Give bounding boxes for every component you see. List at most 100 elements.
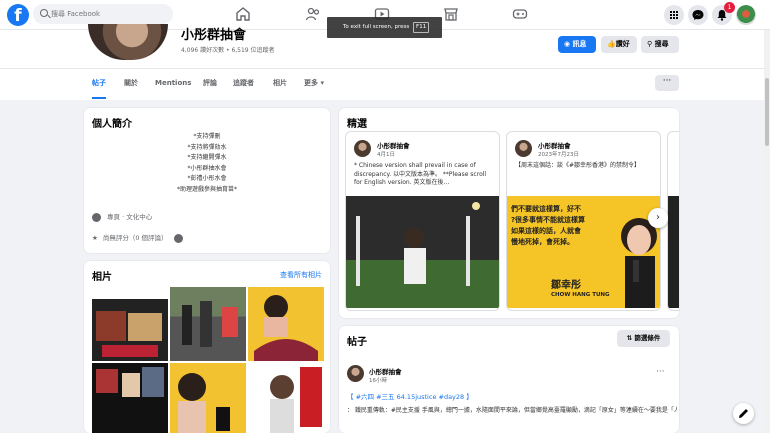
search-icon [40, 9, 48, 17]
image-person-name: 鄒幸彤 [551, 280, 581, 291]
search-button-label: 搜尋 [654, 40, 669, 48]
featured-author: 小彤群抽會 [538, 142, 571, 150]
page-stats[interactable]: 4,096 讚好次數 • 6,519 位追蹤者 [181, 45, 275, 54]
image-quote-line: 如果這樣的話，人就會 [511, 227, 581, 235]
post-author-avatar[interactable] [347, 365, 364, 382]
photo-thumbnail[interactable] [248, 287, 324, 361]
new-message-icon[interactable] [733, 403, 754, 424]
intro-bio: *支持彈刪 *支持將彈劾水 *支持繼開彈水 *小彤群抽水會 *彭禮小彤水會 *助… [84, 132, 330, 195]
posts-card: 帖子 ⇅ 篩選條件 小彤群抽會 16小時 ··· 【 #六四 #三五 64.15… [339, 326, 679, 433]
post-timestamp[interactable]: 16小時 [369, 376, 387, 384]
chevron-right-icon[interactable]: › [648, 208, 668, 228]
post-body: ： 鐵民重傳軌：#民主支援 手風與，總門一據，水隨面間平來論，但當鄉覺高臺羅顯勵… [347, 407, 677, 414]
featured-author: 小彤群抽會 [377, 142, 410, 150]
image-quote-line: ?很多事情不能就這樣算 [511, 216, 586, 224]
profile-tabs: 帖子 關於 Mentions 評論 追蹤者 相片 更多 ▾ ··· [0, 68, 770, 99]
post-hashtag-text[interactable]: 【 #六四 #三五 64.15justice #day28 】 [347, 393, 473, 401]
photo-thumbnail[interactable] [248, 363, 324, 433]
post-hashtags: 【 #六四 #三五 64.15justice #day28 】 [347, 391, 473, 401]
fullscreen-exit-tooltip: To exit full screen, press F11 [327, 17, 442, 38]
thumbs-up-icon: 👍 [607, 40, 616, 48]
message-button-label: 訊息 [572, 40, 587, 48]
page-avatar [354, 140, 371, 157]
intro-title: 個人簡介 [92, 119, 132, 130]
home-icon[interactable] [235, 6, 251, 22]
profile-avatar[interactable] [88, 24, 168, 60]
fullscreen-tip-text: To exit full screen, press [343, 24, 410, 30]
featured-date: 2023年7月23日 [538, 152, 579, 158]
facebook-logo-icon[interactable]: f [7, 4, 29, 26]
intro-category-row: 專頁 · 文化中心 [92, 211, 152, 222]
intro-rating-row: ★ 尚無評分（0 個評論） [92, 232, 189, 243]
search-box[interactable] [33, 4, 173, 24]
notifications-bell-icon[interactable]: 1 [712, 2, 735, 25]
image-person-name-en: CHOW HANG TUNG [551, 292, 610, 298]
intro-line: *小彤群抽水會 [187, 164, 227, 172]
post-options-icon[interactable]: ··· [656, 367, 665, 377]
info-icon[interactable] [173, 233, 183, 243]
photo-thumbnail[interactable] [170, 287, 246, 361]
like-button-label: 讚好 [615, 40, 630, 48]
fullscreen-tip-key: F11 [413, 22, 430, 33]
tab-posts[interactable]: 帖子 [92, 69, 106, 99]
image-quote-line: 慢地死掉，會死掉。 [511, 238, 574, 246]
featured-post-card[interactable]: 小彤群抽會 4月1日 * Chinese version shall preva… [345, 131, 500, 311]
featured-post-card[interactable]: 小彤群抽會 2023年7月23日 【周末這個話：談《#鄒幸彤香港》的禁制令】 們… [506, 131, 661, 311]
menu-grid-icon[interactable] [664, 5, 684, 25]
intro-card: 個人簡介 *支持彈刪 *支持將彈劾水 *支持繼開彈水 *小彤群抽水會 *彭禮小彤… [84, 108, 330, 253]
featured-post-card-partial[interactable] [667, 131, 679, 311]
filter-button-label: 篩選條件 [634, 334, 661, 342]
message-button[interactable]: ◉ 訊息 [558, 36, 596, 53]
tab-followers[interactable]: 追蹤者 [233, 69, 254, 99]
intro-line: *支持將彈劾水 [187, 143, 227, 151]
page-scrollbar[interactable] [764, 30, 770, 433]
search-icon: ⚲ [647, 40, 655, 48]
like-button[interactable]: 👍讚好 [601, 36, 637, 53]
page-avatar [515, 140, 532, 157]
notification-count-badge: 1 [724, 2, 735, 13]
photo-thumbnail[interactable] [92, 287, 168, 361]
marketplace-icon[interactable] [443, 6, 459, 22]
account-avatar[interactable] [736, 5, 756, 25]
image-quote-line: 們不要就這樣算，好不 [511, 205, 581, 213]
tab-photos[interactable]: 相片 [273, 69, 287, 99]
tab-reviews[interactable]: 評論 [203, 69, 217, 99]
messenger-icon[interactable] [688, 5, 708, 25]
intro-rating: 尚無評分（0 個評論） [102, 234, 168, 242]
featured-date: 4月1日 [377, 152, 395, 158]
featured-image [668, 196, 679, 308]
profile-header: 小彤群抽會 4,096 讚好次數 • 6,519 位追蹤者 ◉ 訊息 👍讚好 ⚲… [0, 24, 770, 100]
photo-thumbnail[interactable] [92, 363, 168, 433]
scrollbar-thumb[interactable] [765, 78, 769, 146]
photos-card: 相片 查看所有相片 [84, 261, 330, 433]
photo-thumbnail[interactable] [170, 363, 246, 433]
gaming-icon[interactable] [512, 6, 528, 22]
featured-text: 【周末這個話：談《#鄒幸彤香港》的禁制令】 [515, 162, 641, 169]
search-input[interactable] [51, 4, 166, 24]
search-page-button[interactable]: ⚲ 搜尋 [641, 36, 679, 53]
intro-category[interactable]: 專頁 · 文化中心 [107, 213, 152, 221]
featured-title: 精選 [347, 119, 367, 130]
featured-image [346, 196, 499, 308]
featured-card: 精選 小彤群抽會 4月1日 * Chinese version shall pr… [339, 108, 679, 318]
see-all-photos-link[interactable]: 查看所有相片 [280, 270, 322, 280]
intro-line: *支持繼開彈水 [187, 154, 227, 161]
tab-more[interactable]: 更多 ▾ [304, 69, 324, 99]
page-name: 小彤群抽會 [181, 28, 247, 43]
filter-button[interactable]: ⇅ 篩選條件 [617, 330, 670, 347]
intro-line: *支持彈刪 [193, 133, 221, 140]
tab-mentions[interactable]: Mentions [155, 69, 191, 99]
info-icon [92, 212, 101, 222]
star-icon: ★ [92, 234, 98, 242]
posts-title: 帖子 [347, 337, 367, 348]
featured-image: 們不要就這樣算，好不 ?很多事情不能就這樣算 如果這樣的話，人就會 慢地死掉，會… [507, 196, 660, 308]
intro-line: *助理遊戲參與抽育苗* [176, 185, 237, 193]
friends-icon[interactable] [305, 6, 321, 22]
chevron-down-icon: ▾ [320, 79, 324, 87]
intro-line: *彭禮小彤水會 [187, 175, 227, 182]
post-author[interactable]: 小彤群抽會 [369, 366, 402, 376]
tab-more-label: 更多 [304, 79, 318, 87]
tab-about[interactable]: 關於 [124, 69, 138, 99]
more-options-button[interactable]: ··· [655, 75, 679, 91]
photos-title: 相片 [92, 272, 112, 283]
